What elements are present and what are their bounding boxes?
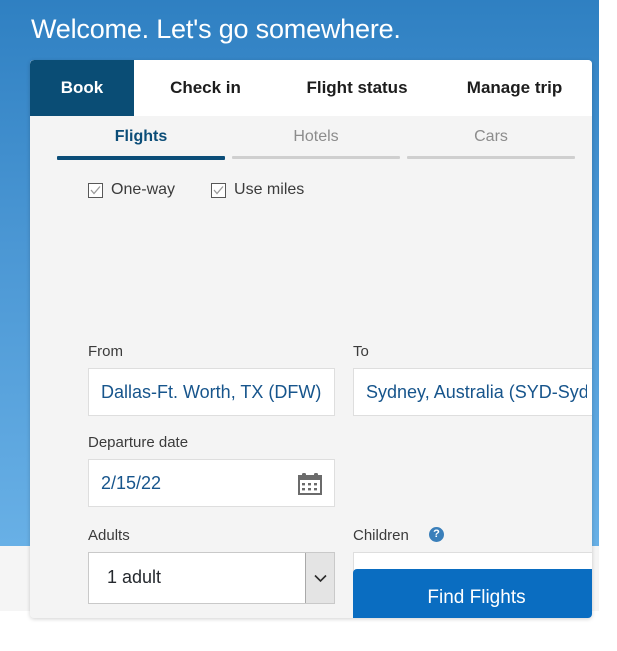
subtab-flights-label: Flights	[114, 128, 168, 145]
tab-book-label: Book	[60, 78, 104, 97]
tab-book[interactable]: Book	[30, 60, 134, 116]
page-right-margin	[599, 0, 617, 651]
checkbox-one-way-label: One-way	[111, 181, 176, 198]
booking-form-panel: Flights Hotels Cars One-way Use miles Fr…	[30, 116, 592, 618]
from-input[interactable]	[88, 368, 335, 416]
checkbox-use-miles[interactable]: Use miles	[211, 181, 304, 199]
adults-label: Adults	[88, 527, 130, 544]
tab-manage-trip-label: Manage trip	[466, 78, 563, 97]
tab-flight-status[interactable]: Flight status	[277, 60, 437, 116]
checkmark-icon	[88, 182, 103, 198]
checkbox-use-miles-label: Use miles	[234, 181, 305, 198]
page-root: Welcome. Let's go somewhere. Book Check …	[0, 0, 617, 651]
checkmark-icon	[211, 182, 227, 198]
page-title: Welcome. Let's go somewhere.	[31, 14, 401, 44]
subtab-flights-underline	[57, 156, 225, 160]
secondary-tab-bar: Flights Hotels Cars	[57, 128, 575, 160]
booking-widget: Book Check in Flight status Manage trip …	[30, 60, 592, 618]
calendar-icon[interactable]	[298, 472, 322, 495]
tab-check-in[interactable]: Check in	[134, 60, 277, 116]
to-label: To	[353, 343, 369, 360]
trip-option-checkboxes: One-way Use miles	[88, 181, 340, 199]
help-circle-icon[interactable]: ?	[429, 527, 444, 542]
children-label: Children	[353, 527, 409, 544]
subtab-flights[interactable]: Flights	[57, 128, 225, 160]
subtab-cars[interactable]: Cars	[407, 128, 575, 160]
subtab-hotels-label: Hotels	[293, 128, 339, 145]
subtab-cars-underline	[407, 156, 575, 159]
checkbox-one-way[interactable]: One-way	[88, 181, 175, 199]
subtab-hotels-underline	[232, 156, 400, 159]
tab-flight-status-label: Flight status	[306, 78, 408, 97]
from-label: From	[88, 343, 123, 360]
primary-tab-bar: Book Check in Flight status Manage trip	[30, 60, 592, 116]
to-input[interactable]	[353, 368, 592, 416]
subtab-cars-label: Cars	[474, 128, 508, 145]
adults-select[interactable]: 1 adult	[88, 552, 335, 604]
find-flights-button[interactable]: Find Flights	[353, 569, 592, 618]
chevron-down-icon[interactable]	[305, 553, 334, 603]
tab-check-in-label: Check in	[170, 78, 241, 97]
subtab-hotels[interactable]: Hotels	[232, 128, 400, 160]
tab-manage-trip[interactable]: Manage trip	[437, 60, 592, 116]
departure-date-label: Departure date	[88, 434, 189, 451]
adults-select-value: 1 adult	[107, 567, 162, 587]
